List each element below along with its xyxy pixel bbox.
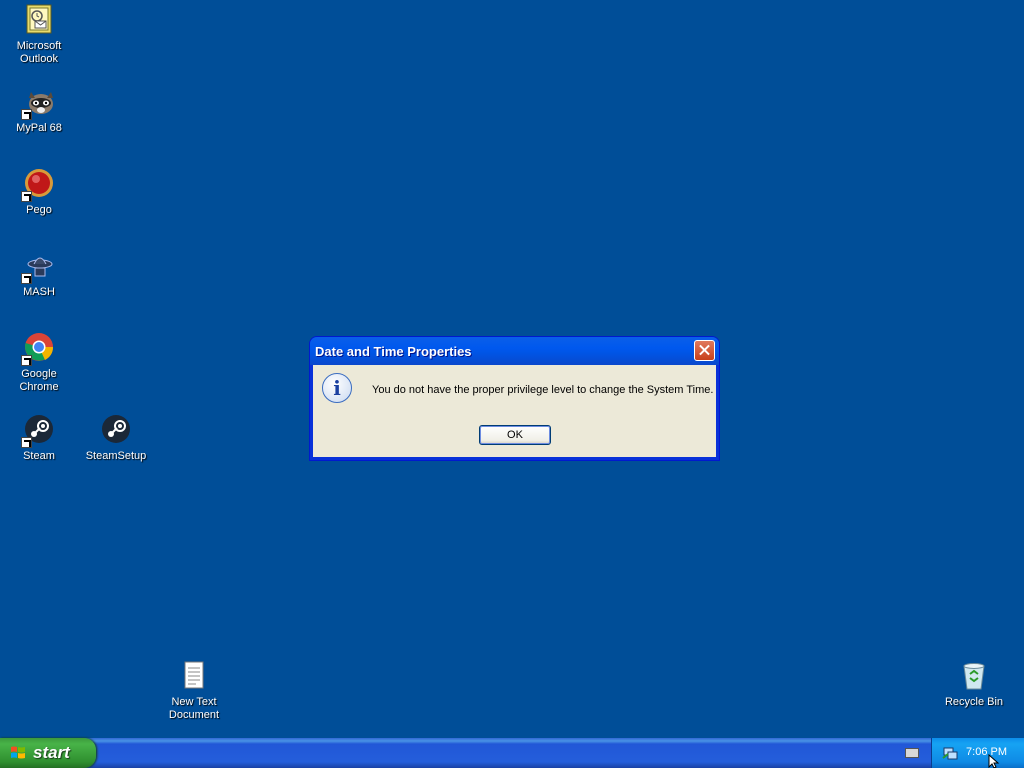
date-time-properties-dialog: Date and Time Properties i You do not ha… [310,337,719,460]
dialog-titlebar[interactable]: Date and Time Properties [310,337,719,365]
desktop-icon-label: Pego [26,204,52,216]
desktop-icon-label: MASH [23,286,55,298]
desktop-icon-outlook[interactable]: Microsoft Outlook [1,4,77,66]
outlook-icon [23,4,55,36]
desktop-icon-label: Microsoft Outlook [16,40,62,65]
taskbar: start 7:06 PM [0,738,1024,768]
desktop-icon-label: Recycle Bin [944,696,1004,708]
chrome-icon [21,332,55,366]
shortcut-arrow-icon [21,109,32,120]
desktop: Microsoft Outlook MyPal 68 Pego MASH Goo… [0,0,1024,738]
network-icon[interactable] [942,745,958,761]
system-tray: 7:06 PM [931,738,1024,768]
text-document-icon [178,660,210,692]
desktop-icon-chrome[interactable]: Google Chrome [1,332,77,394]
recycle-bin-icon [958,660,990,692]
dialog-body: i You do not have the proper privilege l… [313,365,716,457]
desktop-icon-recycle-bin[interactable]: Recycle Bin [936,660,1012,709]
desktop-icon-label: New Text Document [168,696,220,721]
desktop-icon-pego[interactable]: Pego [1,168,77,217]
clock[interactable]: 7:06 PM [966,746,1007,758]
keyboard-language-icon[interactable] [905,748,919,758]
info-icon: i [322,373,352,403]
desktop-icon-steam[interactable]: Steam [1,414,77,463]
desktop-icon-mash[interactable]: MASH [1,250,77,299]
steam-setup-icon [100,414,132,446]
desktop-icon-label: Google Chrome [19,368,59,393]
ok-button[interactable]: OK [479,425,551,445]
dialog-message: You do not have the proper privilege lev… [372,384,714,396]
mash-icon [21,250,55,284]
dialog-title: Date and Time Properties [315,344,472,359]
shortcut-arrow-icon [21,355,32,366]
desktop-icon-label: Steam [23,450,55,462]
shortcut-arrow-icon [21,437,32,448]
shortcut-arrow-icon [21,191,32,202]
desktop-icon-label: SteamSetup [85,450,147,462]
windows-flag-icon [11,746,25,759]
start-button[interactable]: start [0,738,96,768]
steam-icon [21,414,55,448]
start-label: start [33,743,70,762]
desktop-icon-label: MyPal 68 [16,122,62,134]
shortcut-arrow-icon [21,273,32,284]
mypal-icon [21,86,55,120]
mouse-cursor-icon [988,754,1000,768]
close-icon[interactable] [694,340,715,361]
pego-icon [21,168,55,202]
desktop-icon-steam-setup[interactable]: SteamSetup [78,414,154,463]
desktop-icon-text-document[interactable]: New Text Document [156,660,232,722]
desktop-icon-mypal[interactable]: MyPal 68 [1,86,77,135]
